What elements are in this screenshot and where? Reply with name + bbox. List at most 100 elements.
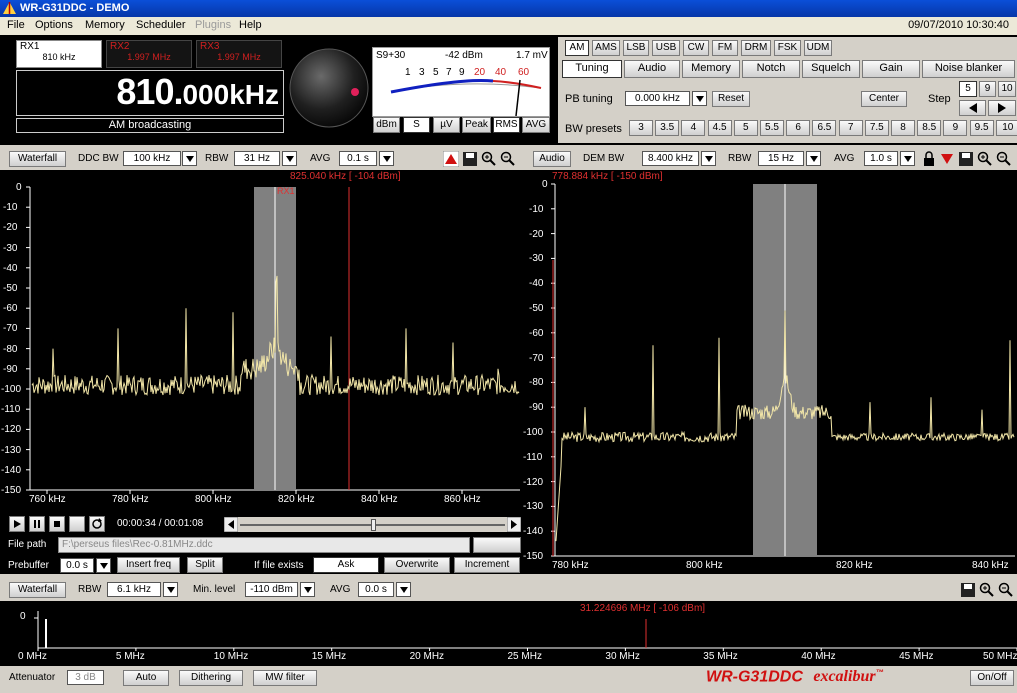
wideband-save-icon[interactable] bbox=[960, 582, 976, 598]
smeter-peak-button[interactable]: Peak bbox=[462, 117, 491, 133]
smeter-uv-button[interactable]: µV bbox=[433, 117, 460, 133]
ddc-spectrum[interactable]: 825.040 kHz [ -104 dBm] RX1 0 -10 -20 -30 -4… bbox=[0, 170, 522, 512]
record-icon[interactable] bbox=[69, 516, 85, 532]
wideband-avg-dropdown-icon[interactable] bbox=[396, 582, 411, 597]
rx3-tab[interactable]: RX3 1.997 MHz bbox=[196, 40, 282, 68]
ddc-rbw-field[interactable]: 31 Hz bbox=[234, 151, 280, 166]
tab-notch[interactable]: Notch bbox=[742, 60, 800, 78]
ddc-spectrum-plot[interactable] bbox=[0, 170, 522, 512]
bw-preset-9-5-button[interactable]: 9.5 bbox=[969, 120, 994, 136]
bw-preset-7-button[interactable]: 7 bbox=[838, 120, 863, 136]
bw-preset-3-button[interactable]: 3 bbox=[629, 120, 653, 136]
step-5-button[interactable]: 5 bbox=[959, 81, 977, 97]
playback-slider[interactable] bbox=[224, 517, 521, 532]
prebuffer-field[interactable]: 0.0 s bbox=[60, 558, 94, 573]
min-level-field[interactable]: -110 dBm bbox=[245, 582, 298, 597]
slider-right-icon[interactable] bbox=[507, 517, 521, 532]
stop-icon[interactable] bbox=[49, 516, 65, 532]
mode-am-button[interactable]: AM bbox=[565, 40, 589, 56]
menu-scheduler[interactable]: Scheduler bbox=[136, 19, 186, 31]
browse-button[interactable] bbox=[473, 537, 521, 553]
audio-zoom-out-icon[interactable] bbox=[996, 151, 1012, 167]
step-9-button[interactable]: 9 bbox=[979, 81, 996, 97]
smeter-rms-button[interactable]: RMS bbox=[493, 117, 520, 133]
ask-button[interactable]: Ask bbox=[313, 557, 379, 573]
audio-mode-button[interactable]: Audio bbox=[533, 151, 571, 167]
audio-zoom-in-icon[interactable] bbox=[977, 151, 993, 167]
tab-gain[interactable]: Gain bbox=[862, 60, 920, 78]
step-right-icon[interactable] bbox=[988, 100, 1016, 116]
menu-help[interactable]: Help bbox=[239, 19, 262, 31]
bw-preset-5-5-button[interactable]: 5.5 bbox=[760, 120, 784, 136]
ddc-bw-dropdown-icon[interactable] bbox=[182, 151, 197, 166]
prebuffer-dropdown-icon[interactable] bbox=[96, 558, 111, 573]
power-button[interactable]: On/Off bbox=[970, 670, 1014, 686]
bw-preset-8-button[interactable]: 8 bbox=[891, 120, 915, 136]
mode-usb-button[interactable]: USB bbox=[652, 40, 680, 56]
dithering-button[interactable]: Dithering bbox=[179, 670, 243, 686]
pb-tuning-field[interactable]: 0.000 kHz bbox=[625, 91, 690, 106]
ddc-save-icon[interactable] bbox=[462, 151, 478, 167]
ddc-zoom-out-icon[interactable] bbox=[500, 151, 516, 167]
menu-memory[interactable]: Memory bbox=[85, 19, 125, 31]
tab-memory[interactable]: Memory bbox=[682, 60, 740, 78]
tab-tuning[interactable]: Tuning bbox=[562, 60, 622, 78]
min-level-dropdown-icon[interactable] bbox=[300, 582, 315, 597]
split-button[interactable]: Split bbox=[187, 557, 223, 573]
bw-preset-7-5-button[interactable]: 7.5 bbox=[864, 120, 889, 136]
audio-peak-hold-icon[interactable] bbox=[939, 151, 955, 167]
ddc-zoom-in-icon[interactable] bbox=[481, 151, 497, 167]
ddc-rbw-dropdown-icon[interactable] bbox=[282, 151, 297, 166]
wideband-spectrum[interactable]: 31.224696 MHz [ -106 dBm] 0 0 MHz 5 MHz 10… bbox=[0, 601, 1017, 666]
step-10-button[interactable]: 10 bbox=[998, 81, 1016, 97]
tab-squelch[interactable]: Squelch bbox=[802, 60, 860, 78]
mw-filter-button[interactable]: MW filter bbox=[253, 670, 317, 686]
loop-icon[interactable] bbox=[89, 516, 105, 532]
ddc-waterfall-button[interactable]: Waterfall bbox=[9, 151, 66, 167]
reset-button[interactable]: Reset bbox=[712, 91, 750, 107]
attenuator-field[interactable]: 3 dB bbox=[67, 670, 104, 685]
center-button[interactable]: Center bbox=[861, 91, 907, 107]
bw-preset-3-5-button[interactable]: 3.5 bbox=[655, 120, 680, 136]
smeter-avg-button[interactable]: AVG bbox=[522, 117, 550, 133]
menu-file[interactable]: File bbox=[7, 19, 25, 31]
bw-preset-8-5-button[interactable]: 8.5 bbox=[917, 120, 942, 136]
bw-preset-4-button[interactable]: 4 bbox=[681, 120, 706, 136]
mode-drm-button[interactable]: DRM bbox=[741, 40, 771, 56]
menu-plugins[interactable]: Plugins bbox=[195, 19, 231, 31]
audio-save-icon[interactable] bbox=[958, 151, 974, 167]
frequency-display[interactable]: 810.000kHz bbox=[16, 70, 284, 116]
file-path-field[interactable]: F:\perseus files\Rec-0.81MHz.ddc bbox=[58, 537, 470, 553]
mode-ams-button[interactable]: AMS bbox=[592, 40, 620, 56]
ddc-avg-field[interactable]: 0.1 s bbox=[339, 151, 377, 166]
tab-audio[interactable]: Audio bbox=[624, 60, 680, 78]
wideband-waterfall-button[interactable]: Waterfall bbox=[9, 582, 66, 598]
bw-preset-9-button[interactable]: 9 bbox=[943, 120, 968, 136]
wideband-zoom-in-icon[interactable] bbox=[979, 582, 995, 598]
play-icon[interactable] bbox=[9, 516, 25, 532]
auto-button[interactable]: Auto bbox=[123, 670, 169, 686]
bw-preset-6-button[interactable]: 6 bbox=[786, 120, 811, 136]
mode-lsb-button[interactable]: LSB bbox=[623, 40, 649, 56]
audio-spectrum-plot[interactable] bbox=[522, 170, 1017, 574]
audio-spectrum[interactable]: 778.884 kHz [ -150 dBm] 0 -10 -20 -30 -40 -50… bbox=[522, 170, 1017, 574]
wideband-rbw-field[interactable]: 6.1 kHz bbox=[107, 582, 161, 597]
bw-preset-4-5-button[interactable]: 4.5 bbox=[707, 120, 732, 136]
dem-bw-field[interactable]: 8.400 kHz bbox=[642, 151, 699, 166]
insert-freq-button[interactable]: Insert freq bbox=[117, 557, 180, 573]
slider-thumb[interactable] bbox=[370, 519, 376, 531]
overwrite-button[interactable]: Overwrite bbox=[384, 557, 450, 573]
step-left-icon[interactable] bbox=[959, 100, 986, 116]
bw-preset-5-button[interactable]: 5 bbox=[733, 120, 758, 136]
audio-rbw-field[interactable]: 15 Hz bbox=[758, 151, 804, 166]
rx1-tab[interactable]: RX1 810 kHz bbox=[16, 40, 102, 68]
audio-avg-field[interactable]: 1.0 s bbox=[864, 151, 898, 166]
dem-bw-dropdown-icon[interactable] bbox=[701, 151, 716, 166]
ddc-avg-dropdown-icon[interactable] bbox=[379, 151, 394, 166]
ddc-peak-hold-icon[interactable] bbox=[443, 151, 459, 167]
tuning-knob[interactable] bbox=[288, 47, 370, 129]
mode-cw-button[interactable]: CW bbox=[683, 40, 709, 56]
audio-rbw-dropdown-icon[interactable] bbox=[806, 151, 821, 166]
slider-left-icon[interactable] bbox=[224, 517, 238, 532]
smeter-dbm-button[interactable]: dBm bbox=[373, 117, 400, 133]
